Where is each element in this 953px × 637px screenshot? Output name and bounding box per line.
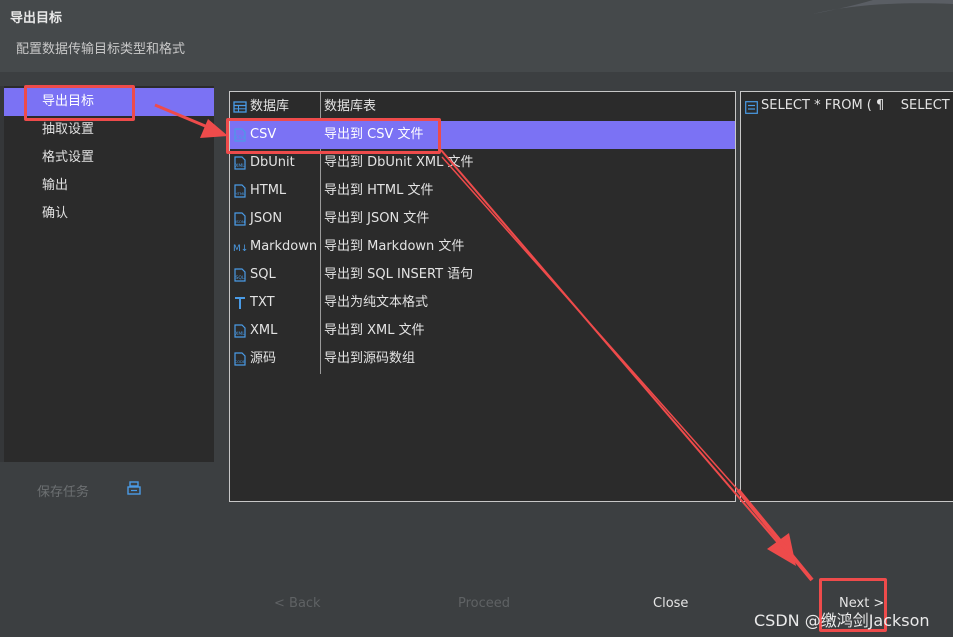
dialog-header: 导出目标 配置数据传输目标类型和格式 [0, 0, 953, 72]
table-row-json[interactable]: JSON JSON 导出到 JSON 文件 [230, 205, 735, 233]
nav-item-output[interactable]: 输出 [4, 172, 214, 200]
query-preview-panel[interactable]: SELECT * FROM ( ¶ SELECT t.* [740, 91, 953, 502]
dialog-subtitle: 配置数据传输目标类型和格式 [16, 42, 186, 57]
header-decoration [813, 0, 953, 14]
back-button[interactable]: < Back [274, 596, 321, 611]
format-name: TXT [250, 295, 275, 310]
format-description: 导出到源码数组 [324, 351, 416, 366]
svg-text:CODE: CODE [235, 360, 246, 364]
wizard-nav: 导出目标 抽取设置 格式设置 输出 确认 [4, 86, 214, 462]
xml-file-icon: XML [234, 324, 246, 338]
format-name: Markdown [250, 239, 318, 254]
markdown-icon: M↓ [233, 244, 247, 254]
table-row-html[interactable]: HTML HTML 导出到 HTML 文件 [230, 177, 735, 205]
format-name: HTML [250, 183, 287, 198]
xml-file-icon: XML [234, 156, 246, 170]
column-header-database-table: 数据库表 [324, 99, 377, 114]
table-icon [233, 101, 247, 113]
format-description: 导出到 JSON 文件 [324, 211, 430, 226]
format-description: 导出到 HTML 文件 [324, 183, 434, 198]
format-description: 导出到 SQL INSERT 语句 [324, 267, 474, 282]
proceed-button[interactable]: Proceed [458, 596, 510, 611]
format-name: 源码 [250, 351, 277, 366]
format-name: XML [250, 323, 278, 338]
table-row-markdown[interactable]: M↓ Markdown 导出到 Markdown 文件 [230, 233, 735, 261]
text-icon [235, 297, 245, 309]
svg-text:JSON: JSON [234, 219, 245, 224]
nav-item-format-settings[interactable]: 格式设置 [4, 144, 214, 172]
annotation-box-csv [226, 118, 441, 154]
format-name: JSON [250, 211, 283, 226]
html-file-icon: HTML [234, 184, 246, 198]
close-button[interactable]: Close [653, 596, 688, 611]
svg-text:XML: XML [235, 163, 245, 169]
table-header-row: 数据库 数据库表 [230, 93, 735, 121]
nav-item-confirm[interactable]: 确认 [4, 200, 214, 228]
save-task-icon[interactable] [127, 481, 141, 495]
format-description: 导出到 XML 文件 [324, 323, 425, 338]
svg-text:HTML: HTML [235, 191, 246, 196]
format-description: 导出为纯文本格式 [324, 295, 429, 310]
format-name: SQL [250, 267, 276, 282]
column-header-database: 数据库 [250, 99, 290, 114]
query-preview-text: SELECT * FROM ( ¶ SELECT t.* [761, 98, 953, 113]
svg-text:SQL: SQL [236, 275, 245, 281]
table-row-sql[interactable]: SQL SQL 导出到 SQL INSERT 语句 [230, 261, 735, 289]
svg-text:M↓: M↓ [233, 244, 247, 254]
json-file-icon: JSON [234, 212, 246, 226]
query-icon [745, 101, 758, 114]
table-row-xml[interactable]: XML XML 导出到 XML 文件 [230, 317, 735, 345]
annotation-box-export-target [24, 85, 135, 121]
sql-file-icon: SQL [234, 268, 246, 282]
save-task-link[interactable]: 保存任务 [37, 481, 89, 500]
table-row-source-code[interactable]: CODE 源码 导出到源码数组 [230, 345, 735, 373]
dialog-title: 导出目标 [10, 11, 63, 26]
table-row-txt[interactable]: TXT 导出为纯文本格式 [230, 289, 735, 317]
format-description: 导出到 Markdown 文件 [324, 239, 465, 254]
svg-text:XML: XML [235, 331, 245, 337]
watermark: CSDN @缴鸿剑Jackson [754, 611, 930, 630]
code-file-icon: CODE [234, 352, 246, 366]
